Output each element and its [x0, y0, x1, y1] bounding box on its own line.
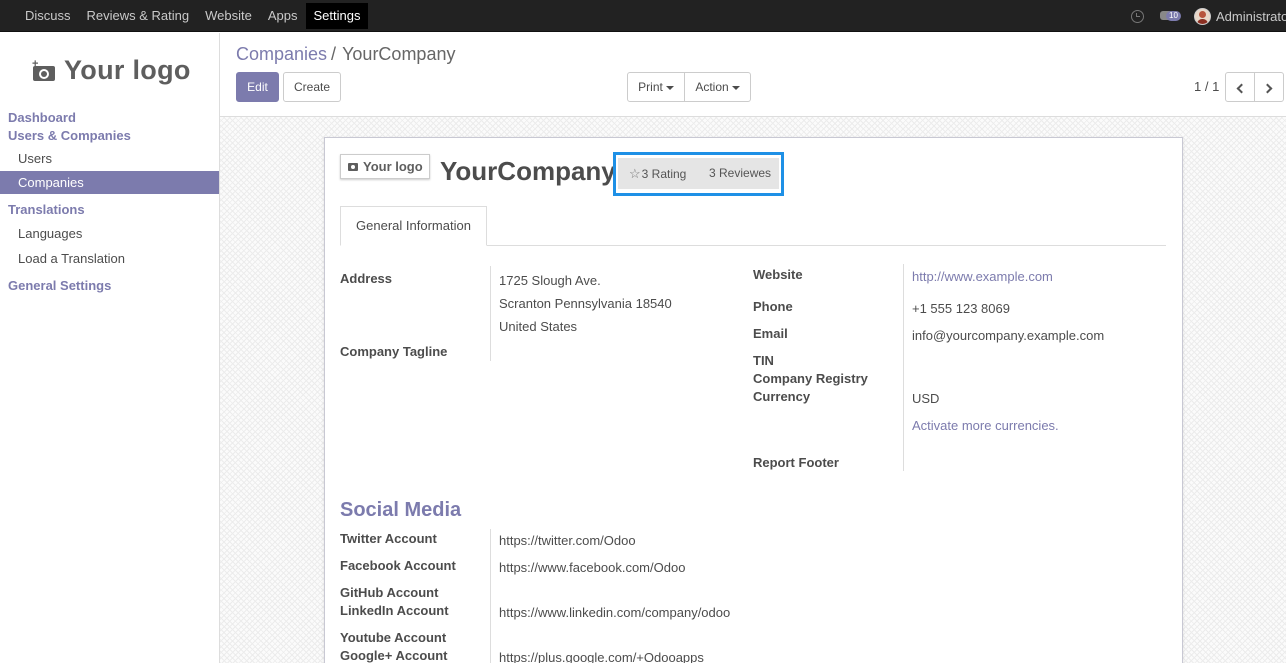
email-value: info@yourcompany.example.com: [912, 328, 1105, 343]
star-icon: ☆: [629, 166, 641, 181]
menu-discuss[interactable]: Discuss: [17, 3, 79, 29]
sidebar-item-load-translation[interactable]: Load a Translation: [0, 247, 219, 271]
pager-next-button[interactable]: [1254, 72, 1284, 102]
address-street: 1725 Slough Ave.: [499, 273, 601, 288]
pager-value[interactable]: 1 / 1: [1194, 79, 1219, 94]
chevron-right-icon: [1262, 83, 1273, 94]
reviews-stat-button[interactable]: 3 Reviewes: [698, 158, 779, 189]
report-footer-label: Report Footer: [753, 455, 839, 470]
company-logo-field[interactable]: Your logo: [340, 154, 430, 179]
address-label: Address: [340, 271, 393, 286]
menu-settings[interactable]: Settings: [305, 3, 369, 29]
breadcrumb-current: YourCompany: [342, 44, 456, 64]
camera-plus-icon: +: [32, 58, 55, 81]
sidebar-item-translations[interactable]: Translations: [0, 201, 219, 219]
print-label: Print: [638, 80, 663, 94]
youtube-label: Youtube Account: [340, 630, 447, 645]
twitter-value: https://twitter.com/Odoo: [499, 533, 636, 548]
activate-currencies-link[interactable]: Activate more currencies.: [912, 418, 1059, 433]
systray: 10 Administrator: [1131, 0, 1286, 32]
sidebar-item-general-settings[interactable]: General Settings: [0, 277, 219, 295]
menu-apps[interactable]: Apps: [260, 3, 306, 29]
website-link[interactable]: http://www.example.com: [912, 269, 1053, 284]
top-navbar: Discuss Reviews & Rating Website Apps Se…: [0, 0, 1286, 32]
email-label: Email: [753, 326, 788, 341]
linkedin-label: LinkedIn Account: [340, 603, 449, 618]
action-label: Action: [695, 80, 729, 94]
messaging-icon[interactable]: 10: [1160, 8, 1186, 24]
tin-label: TIN: [753, 353, 774, 368]
currency-value[interactable]: USD: [912, 391, 939, 406]
github-label: GitHub Account: [340, 585, 439, 600]
field-divider: [490, 529, 491, 663]
company-tagline-label: Company Tagline: [340, 344, 448, 359]
menu-reviews-rating[interactable]: Reviews & Rating: [79, 3, 198, 29]
sidebar-item-dashboard[interactable]: Dashboard: [0, 109, 219, 127]
field-divider: [490, 266, 491, 361]
facebook-value: https://www.facebook.com/Odoo: [499, 560, 686, 575]
currency-label: Currency: [753, 389, 811, 404]
app-menu: Discuss Reviews & Rating Website Apps Se…: [17, 3, 369, 29]
facebook-label: Facebook Account: [340, 558, 456, 573]
address-city: Scranton Pennsylvania 18540: [499, 296, 672, 311]
caret-down-icon: [731, 85, 740, 90]
create-button[interactable]: Create: [283, 72, 341, 102]
field-divider: [903, 264, 904, 471]
caret-down-icon: [665, 85, 674, 90]
edit-button[interactable]: Edit: [236, 72, 279, 102]
company-logo[interactable]: + Your logo: [32, 55, 191, 86]
chevron-left-icon: [1236, 83, 1247, 94]
rating-count: 3 Rating: [641, 167, 687, 181]
phone-label: Phone: [753, 299, 793, 314]
breadcrumb-separator: /: [331, 44, 337, 64]
social-media-heading: Social Media: [340, 499, 462, 521]
address-country: United States: [499, 319, 578, 334]
phone-value: +1 555 123 8069: [912, 301, 1010, 316]
sidebar-item-companies[interactable]: Companies: [0, 171, 219, 194]
company-name: YourCompany: [440, 156, 616, 186]
company-registry-label: Company Registry: [753, 371, 868, 386]
print-dropdown[interactable]: Print: [627, 72, 685, 102]
twitter-label: Twitter Account: [340, 531, 437, 546]
linkedin-value: https://www.linkedin.com/company/odoo: [499, 605, 731, 620]
rating-stat-button[interactable]: ☆3 Rating: [618, 158, 698, 189]
sidebar: + Your logo Dashboard Users & Companies …: [0, 33, 220, 663]
camera-icon: [348, 162, 358, 171]
message-count-badge: 10: [1166, 11, 1181, 21]
activity-clock-icon[interactable]: [1131, 9, 1144, 23]
website-label: Website: [753, 267, 803, 282]
action-dropdown[interactable]: Action: [684, 72, 751, 102]
company-logo-text: Your logo: [363, 159, 423, 174]
breadcrumb: Companies / YourCompany: [236, 44, 455, 65]
breadcrumb-companies[interactable]: Companies: [236, 44, 327, 64]
tab-general-information[interactable]: General Information: [340, 206, 487, 246]
googleplus-value: https://plus.google.com/+Odooapps: [499, 650, 704, 663]
user-name[interactable]: Administrator: [1216, 9, 1286, 24]
pager-previous-button[interactable]: [1225, 72, 1255, 102]
logo-text: Your logo: [64, 55, 191, 85]
sidebar-item-users-companies[interactable]: Users & Companies: [0, 127, 219, 145]
menu-website[interactable]: Website: [197, 3, 260, 29]
reviews-count: 3 Reviewes: [709, 166, 772, 180]
user-avatar[interactable]: [1194, 7, 1211, 25]
sidebar-item-users[interactable]: Users: [0, 147, 219, 171]
sidebar-menu: Dashboard Users & Companies Users Compan…: [0, 109, 219, 295]
sidebar-item-languages[interactable]: Languages: [0, 222, 219, 246]
googleplus-label: Google+ Account: [340, 648, 448, 663]
